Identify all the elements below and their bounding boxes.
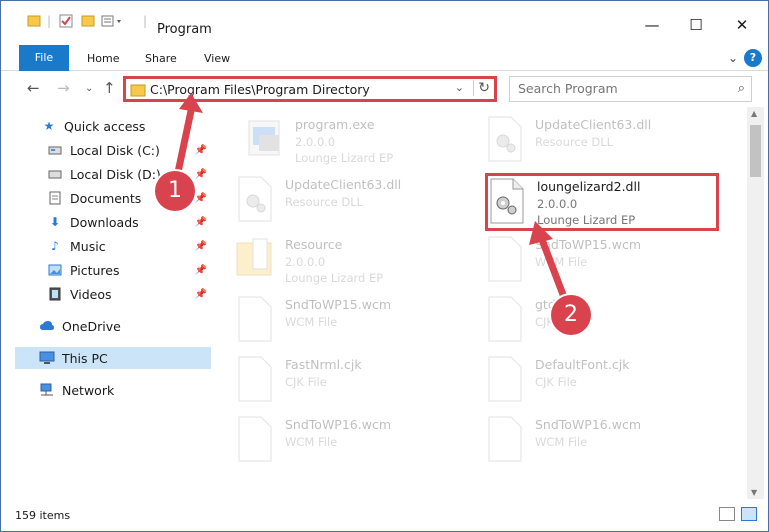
file-explorer-window: | | Program — ☐ ✕ File Home Share View ⌄…	[0, 0, 769, 532]
annotation-step-2: 2	[551, 295, 591, 335]
annotation-step-1: 1	[155, 171, 195, 211]
annotation-arrows	[173, 93, 571, 309]
